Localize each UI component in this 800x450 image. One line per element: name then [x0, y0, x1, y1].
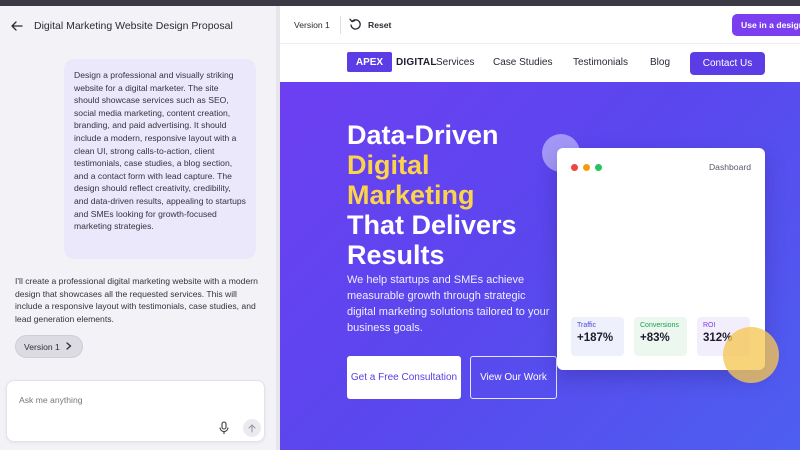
reset-button[interactable]: Reset — [368, 20, 391, 30]
hero-heading-line: Data-Driven — [347, 120, 499, 150]
use-in-design-button[interactable]: Use in a design — [732, 14, 800, 36]
hero-section: Data-Driven Digital Marketing That Deliv… — [280, 82, 800, 450]
hero-heading-accent: Marketing — [347, 180, 475, 210]
nav-link-testimonials[interactable]: Testimonials — [573, 57, 628, 68]
arrow-up-icon — [248, 423, 256, 433]
nav-link-blog[interactable]: Blog — [650, 57, 670, 68]
preview-toolbar: Version 1 Reset Use in a design — [280, 6, 800, 44]
stat-label: Conversions — [640, 322, 679, 329]
stat-label: Traffic — [577, 322, 597, 329]
reset-icon[interactable] — [349, 18, 362, 31]
nav-link-case-studies[interactable]: Case Studies — [493, 57, 552, 68]
window-dot-yellow — [583, 164, 590, 171]
logo-text[interactable]: DIGITAL — [396, 57, 437, 68]
assistant-message: I'll create a professional digital marke… — [15, 276, 258, 324]
user-message-text: Design a professional and visually strik… — [74, 70, 246, 232]
version-chip-label: Version 1 — [24, 341, 60, 352]
version-label[interactable]: Version 1 — [294, 20, 330, 30]
microphone-icon[interactable] — [218, 421, 230, 435]
free-consultation-button[interactable]: Get a Free Consultation — [347, 356, 461, 399]
stat-card-traffic: Traffic +187% — [571, 317, 624, 356]
hero-heading-line: Results — [347, 240, 445, 270]
message-composer — [6, 380, 265, 442]
view-our-work-button[interactable]: View Our Work — [470, 356, 557, 399]
decorative-circle — [723, 327, 779, 383]
hero-heading-line: That Delivers — [347, 210, 517, 240]
logo-mark[interactable]: APEX — [347, 52, 392, 72]
stat-card-conversions: Conversions +83% — [634, 317, 687, 356]
window-dot-red — [571, 164, 578, 171]
window-dot-green — [595, 164, 602, 171]
nav-link-services[interactable]: Services — [436, 57, 474, 68]
user-message-bubble: Design a professional and visually strik… — [64, 59, 256, 259]
chat-panel: Digital Marketing Website Design Proposa… — [0, 6, 276, 450]
send-button[interactable] — [243, 419, 261, 437]
hero-heading-accent: Digital — [347, 150, 430, 180]
preview-panel: Version 1 Reset Use in a design APEX DIG… — [280, 6, 800, 450]
chat-header: Digital Marketing Website Design Proposa… — [0, 6, 276, 46]
stat-value: +83% — [640, 332, 670, 344]
hero-subtitle: We help startups and SMEs achieve measur… — [347, 274, 550, 334]
site-navbar: APEX DIGITAL Services Case Studies Testi… — [280, 44, 800, 82]
back-arrow-icon[interactable] — [10, 19, 24, 33]
chat-title: Digital Marketing Website Design Proposa… — [34, 20, 233, 32]
dashboard-title: Dashboard — [708, 162, 751, 172]
stat-value: +187% — [577, 332, 614, 344]
chat-input[interactable] — [19, 395, 219, 405]
version-chip-button[interactable]: Version 1 — [15, 335, 83, 358]
contact-us-button[interactable]: Contact Us — [690, 52, 765, 75]
stat-label: ROI — [703, 322, 716, 329]
hero-heading: Data-Driven Digital Marketing That Deliv… — [347, 120, 517, 270]
toolbar-divider — [340, 16, 341, 34]
chevron-right-icon — [66, 341, 72, 352]
